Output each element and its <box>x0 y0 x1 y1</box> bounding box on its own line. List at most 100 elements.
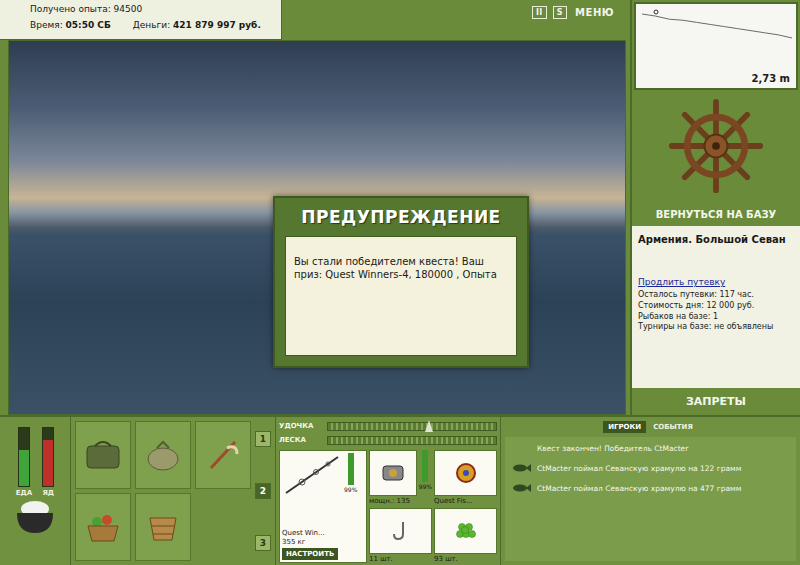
bait-count: 93 шт. <box>434 555 497 563</box>
game-screen: Получено опыта: 94500 Время: 05:50 СБДень… <box>0 0 800 565</box>
warning-dialog: ПРЕДУПРЕЖДЕНИЕВы стали победителем квест… <box>273 196 529 368</box>
inventory-slot[interactable] <box>135 493 191 561</box>
condition-track <box>422 450 428 482</box>
inventory-slot[interactable] <box>195 421 251 489</box>
depth-panel: 2,73 m <box>634 2 798 90</box>
log-text: CtMacter поймал Севанскую храмулю на 477… <box>537 484 741 493</box>
base-line: Стоимость дня: 12 000 руб. <box>638 301 794 312</box>
main-column: Получено опыта: 94500 Время: 05:50 СБДень… <box>0 0 630 415</box>
scene-photo: ПРЕДУПРЕЖДЕНИЕВы стали победителем квест… <box>8 40 626 415</box>
rod-name: Quest Win... <box>282 529 364 537</box>
page-tab[interactable]: 3 <box>255 535 271 551</box>
log: ИГРОКИСОБЫТИЯ Квест закончен! Победитель … <box>500 417 800 565</box>
log-text: Квест закончен! Победитель CtMacter <box>537 444 688 453</box>
experience: Получено опыта: 94500 <box>30 4 273 14</box>
tackle-grid: 99%мощн.: 135Quest Fis... 11 шт.93 шт. <box>369 450 497 563</box>
meter: ЕДА <box>16 427 32 497</box>
inventory-grid <box>75 421 251 561</box>
setup-button[interactable]: НАСТРОИТЬ <box>282 548 338 560</box>
rod-condition: 99% <box>344 453 357 529</box>
log-text: CtMacter поймал Севанскую храмулю на 122… <box>537 464 741 473</box>
reel-icon <box>379 462 407 484</box>
money: Деньги: 421 879 997 руб. <box>133 20 261 30</box>
tackle: УДОЧКА ЛЕСКА 99% Quest Win...355 кг НАСТРОИТ… <box>275 417 500 565</box>
fish-icon <box>511 463 531 473</box>
peas-icon <box>454 520 478 542</box>
bait-slot: 93 шт. <box>434 508 497 564</box>
meter: ЯД <box>42 427 54 497</box>
bag-icon <box>83 438 123 472</box>
log-tab[interactable]: ИГРОКИ <box>603 421 646 433</box>
base-line: Рыбаков на базе: 1 <box>638 312 794 323</box>
condition-track <box>348 453 354 485</box>
inventory: 1 2 3 <box>70 417 275 565</box>
bucket-icon <box>143 510 183 544</box>
inventory-slot[interactable] <box>75 493 131 561</box>
return-button[interactable]: ВЕРНУТЬСЯ НА БАЗУ <box>632 202 800 226</box>
meter-track <box>42 427 54 487</box>
rod-top: 99% <box>282 453 364 529</box>
tension-row: ЛЕСКА <box>279 433 497 447</box>
toolbar-button[interactable]: II <box>532 6 547 19</box>
condition-text: 99% <box>344 486 357 493</box>
depth-chart <box>636 4 798 84</box>
basket-icon <box>83 510 123 544</box>
meters: ЕДА ЯД <box>16 427 54 497</box>
location: Армения. Большой Севан <box>638 234 794 245</box>
inventory-slot[interactable] <box>135 421 191 489</box>
top-area: Получено опыта: 94500 Время: 05:50 СБДень… <box>0 0 800 415</box>
rod-detail: 355 кг <box>282 538 364 546</box>
log-entry: Квест закончен! Победитель CtMacter <box>511 441 790 455</box>
log-tab[interactable]: СОБЫТИЯ <box>648 421 698 433</box>
bottom-panel: ЕДА ЯД 1 2 3 УДОЧКА ЛЕСКА 99% Quest Win...355 кг… <box>0 415 800 565</box>
pot-icon <box>12 497 58 537</box>
page-tabs: 1 2 3 <box>255 421 271 561</box>
log-entry: CtMacter поймал Севанскую храмулю на 122… <box>511 461 790 475</box>
condition-fill <box>348 453 354 485</box>
toolbar-button[interactable]: МЕНЮ <box>573 6 616 19</box>
log-entry: CtMacter поймал Севанскую храмулю на 477… <box>511 481 790 495</box>
hook-box[interactable] <box>369 508 432 554</box>
page-tab[interactable]: 1 <box>255 431 271 447</box>
condition-fill <box>422 450 428 482</box>
reel-detail: мощн.: 135 <box>369 497 432 505</box>
restrictions-button[interactable]: ЗАПРЕТЫ <box>632 388 800 415</box>
extend-link[interactable]: Продлить путевку <box>638 277 794 287</box>
meter-track <box>18 427 30 487</box>
hook-count: 11 шт. <box>369 555 432 563</box>
reel-row: 99% <box>369 450 432 496</box>
tackle-body: 99%Quest Win...355 кгНАСТРОИТЬ99%мощн.: … <box>279 450 497 563</box>
rod-slot[interactable]: 99% Quest Win...355 кг НАСТРОИТЬ <box>279 450 367 563</box>
wheel-area[interactable] <box>632 90 800 202</box>
toolbar: II S МЕНЮ <box>532 0 630 19</box>
depth-reading: 2,73 m <box>751 73 790 84</box>
inventory-slot[interactable] <box>75 421 131 489</box>
tension-track <box>327 436 497 445</box>
log-tabs: ИГРОКИСОБЫТИЯ <box>505 421 796 433</box>
base-line: Турниры на базе: не объявлены <box>638 322 794 333</box>
reel-box[interactable] <box>369 450 417 496</box>
sack-icon <box>143 438 183 472</box>
tension-marker <box>425 420 433 432</box>
tension-row: УДОЧКА <box>279 419 497 433</box>
base-panel: Армения. Большой Севан Продлить путевку Ос… <box>632 226 800 388</box>
hud-row: Время: 05:50 СБДеньги: 421 879 997 руб. <box>30 20 273 30</box>
meter-label: ЯД <box>42 489 54 497</box>
hook-icon <box>389 520 413 542</box>
tension-label: ЛЕСКА <box>279 436 323 444</box>
reel-slot: 99%мощн.: 135 <box>369 450 432 506</box>
dialog-title: ПРЕДУПРЕЖДЕНИЕ <box>285 198 517 236</box>
ship-wheel-icon <box>668 98 764 194</box>
meter-fill <box>19 450 29 486</box>
lure-slot: Quest Fis... <box>434 450 497 506</box>
base-line: Осталось путевки: 117 час. <box>638 290 794 301</box>
top-bar: Получено опыта: 94500 Время: 05:50 СБДень… <box>0 0 630 40</box>
dialog-message: Вы стали победителем квеста! Ваш приз: Q… <box>285 236 517 356</box>
tension-label: УДОЧКА <box>279 422 323 430</box>
page-tab[interactable]: 2 <box>255 483 271 499</box>
toolbar-button[interactable]: S <box>553 6 567 19</box>
lure-box[interactable] <box>434 450 497 496</box>
lure-name: Quest Fis... <box>434 497 497 505</box>
bait-box[interactable] <box>434 508 497 554</box>
meter-fill <box>43 440 53 486</box>
